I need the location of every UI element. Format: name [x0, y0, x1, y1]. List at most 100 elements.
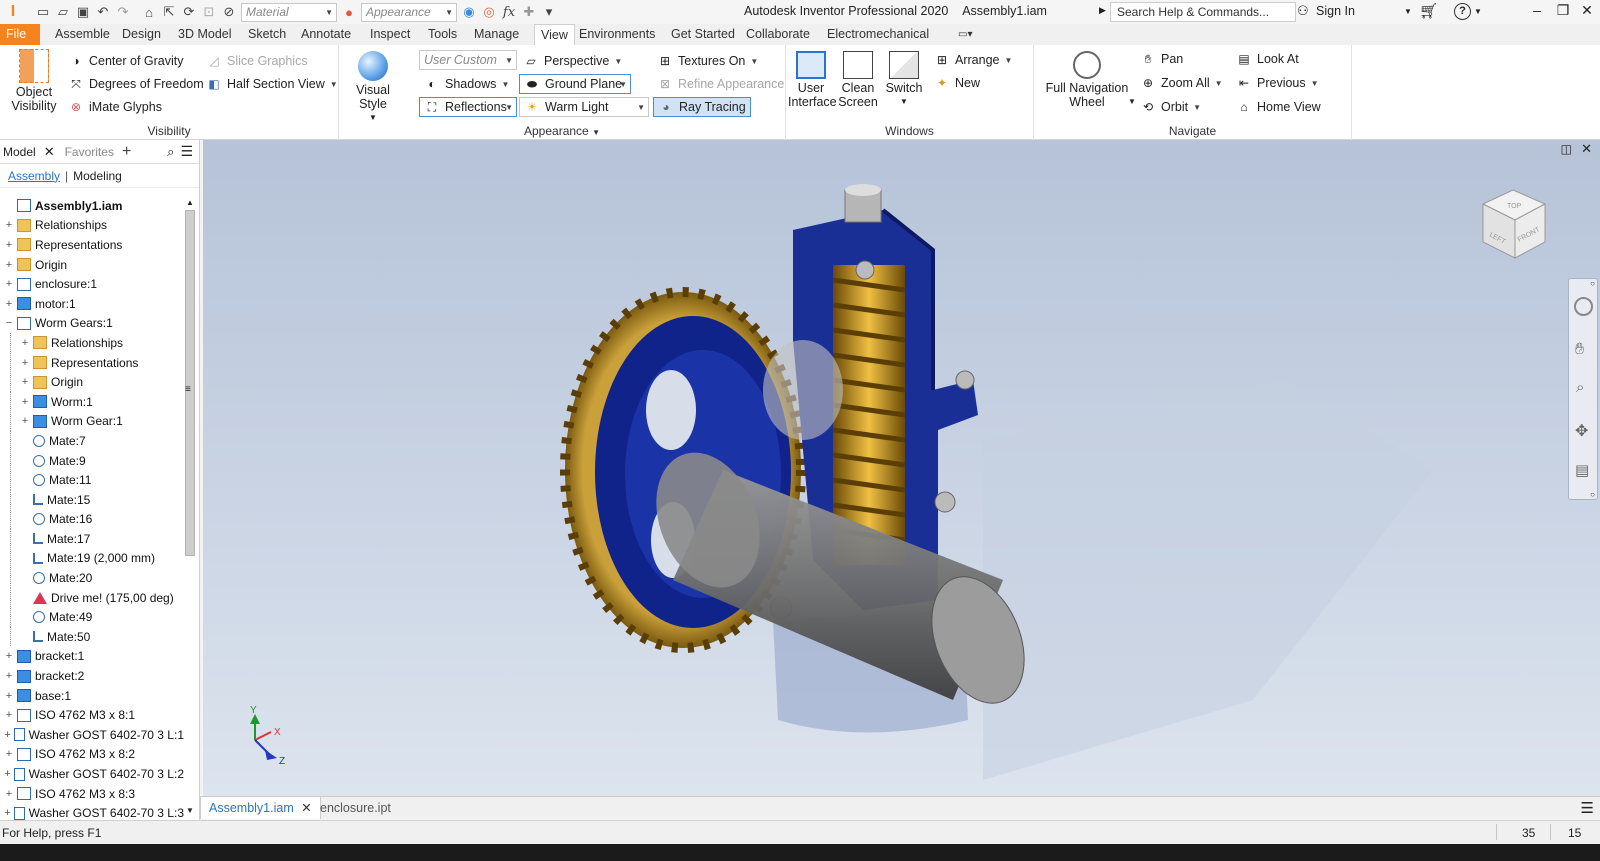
previous-button[interactable]: ⇤ Previous ▼	[1236, 73, 1319, 93]
tree-node[interactable]: + Representations	[0, 353, 184, 373]
imate-glyphs-button[interactable]: ⊗ iMate Glyphs	[68, 97, 162, 117]
user-interface-button[interactable]: User Interface	[788, 51, 837, 109]
tree-node[interactable]: + Washer GOST 6402-70 3 L:2	[0, 764, 184, 784]
tree-node[interactable]: Mate:9	[0, 451, 184, 471]
undo-icon[interactable]: ↶	[93, 2, 113, 22]
appearance-panel-dropdown-icon[interactable]: ▼	[592, 128, 600, 137]
zoom-all-button[interactable]: ⊕ Zoom All ▼	[1140, 73, 1223, 93]
switch-button[interactable]: Switch ▼	[882, 51, 926, 109]
search-input[interactable]: Search Help & Commands...	[1110, 2, 1296, 22]
tree-node[interactable]: + Washer GOST 6402-70 3 L:1	[0, 725, 184, 745]
help-dropdown-icon[interactable]: ▼	[1474, 7, 1482, 16]
orbit-dropdown-icon[interactable]: ▼	[1193, 103, 1201, 112]
new-document-icon[interactable]: ▭	[33, 2, 53, 22]
expand-toggle-icon[interactable]: +	[20, 396, 30, 407]
app-logo-icon[interactable]: I	[3, 2, 23, 22]
adjust-appearance-icon[interactable]: ◉	[459, 2, 479, 22]
tree-node[interactable]: + Relationships	[0, 333, 184, 353]
expand-toggle-icon[interactable]: +	[4, 788, 14, 799]
navbar-customize-icon[interactable]: ○	[1590, 490, 1595, 499]
help-icon[interactable]: ?	[1454, 3, 1471, 20]
browser-scrollbar[interactable]: ▲ ≡ ▼	[184, 198, 196, 818]
document-list-icon[interactable]: ☰	[1581, 799, 1594, 817]
shadows-dropdown-icon[interactable]: ▼	[501, 80, 509, 89]
scroll-down-icon[interactable]: ▼	[186, 806, 194, 815]
tree-node[interactable]: Mate:50	[0, 627, 184, 647]
tree-node[interactable]: Mate:17	[0, 529, 184, 549]
close-doc-tab-icon[interactable]: ✕	[301, 801, 311, 815]
expand-toggle-icon[interactable]: +	[4, 749, 14, 760]
clear-appearance-icon[interactable]: ◎	[479, 2, 499, 22]
zoom-nav-icon[interactable]: ⌕	[1576, 379, 1584, 396]
tree-node[interactable]: Mate:20	[0, 568, 184, 588]
pan-nav-icon[interactable]: ✋︎	[1575, 341, 1584, 359]
textures-on-button[interactable]: ⊞ Textures On ▼	[657, 51, 758, 71]
tree-node[interactable]: + Worm:1	[0, 392, 184, 412]
expand-toggle-icon[interactable]: +	[4, 259, 14, 270]
ground-plane-dropdown-icon[interactable]: ▼	[619, 80, 627, 89]
home-view-button[interactable]: ⌂ Home View	[1236, 97, 1320, 117]
browser-menu-icon[interactable]: ☰	[180, 143, 193, 160]
tree-node[interactable]: + Worm Gear:1	[0, 411, 184, 432]
tree-node[interactable]: Mate:7	[0, 431, 184, 451]
new-window-button[interactable]: ✦ New	[934, 73, 980, 93]
tab-file[interactable]: File	[0, 24, 40, 45]
ray-tracing-button[interactable]: ◕ Ray Tracing	[653, 97, 751, 117]
tree-node[interactable]: Mate:19 (2,000 mm)	[0, 548, 184, 569]
viewport-close-icon[interactable]: ✕	[1581, 141, 1592, 157]
warm-light-dropdown-icon[interactable]: ▼	[637, 103, 645, 112]
expand-toggle-icon[interactable]: +	[4, 769, 11, 780]
tree-node[interactable]: + ISO 4762 M3 x 8:2	[0, 745, 184, 765]
update-icon[interactable]: ⟳	[179, 2, 199, 22]
user-custom-dropdown-icon[interactable]: ▼	[505, 56, 513, 65]
tab-favorites[interactable]: Favorites	[65, 145, 114, 159]
model-canvas[interactable]: Y X Z TOP LEFT FRONT	[203, 140, 1600, 796]
expand-toggle-icon[interactable]: +	[4, 239, 14, 250]
home-icon[interactable]: ⌂	[139, 2, 159, 22]
tree-node[interactable]: Mate:16	[0, 509, 184, 530]
tab-environments[interactable]: Environments	[573, 24, 661, 45]
reflections-button[interactable]: ⛶ Reflections ▼	[419, 97, 517, 117]
expand-toggle-icon[interactable]: −	[4, 318, 14, 329]
tree-node[interactable]: + ISO 4762 M3 x 8:3	[0, 784, 184, 804]
tree-node[interactable]: + enclosure:1	[0, 274, 184, 294]
viewport-maximize-icon[interactable]: ◫	[1561, 142, 1572, 156]
arrange-dropdown-icon[interactable]: ▼	[1004, 56, 1012, 65]
perspective-dropdown-icon[interactable]: ▼	[614, 57, 622, 66]
tab-tools[interactable]: Tools	[422, 24, 463, 45]
tab-3d-model[interactable]: 3D Model	[172, 24, 238, 45]
tree-node[interactable]: + base:1	[0, 686, 184, 706]
tree-node[interactable]: + bracket:2	[0, 666, 184, 686]
tab-manage[interactable]: Manage	[468, 24, 525, 45]
appearance-combo[interactable]: Appearance ▼	[361, 2, 457, 22]
expand-toggle-icon[interactable]: +	[4, 671, 14, 682]
switch-dropdown-icon[interactable]: ▼	[882, 95, 926, 109]
add-icon[interactable]: ✚	[519, 2, 539, 22]
parameters-icon[interactable]: fx	[499, 2, 519, 22]
expand-toggle-icon[interactable]: +	[20, 337, 30, 348]
ground-plane-button[interactable]: ⬬ Ground Plane ▼	[519, 74, 631, 94]
add-tab-icon[interactable]: +	[122, 143, 131, 161]
browser-search-icon[interactable]: ⌕	[167, 144, 174, 160]
minimize-button[interactable]: –	[1523, 2, 1551, 22]
expand-toggle-icon[interactable]: +	[4, 220, 14, 231]
user-custom-combo[interactable]: User Custom ▼	[419, 50, 517, 70]
visual-style-dropdown-icon[interactable]: ▼	[343, 111, 403, 125]
tree-node[interactable]: + Representations	[0, 235, 184, 255]
expand-toggle-icon[interactable]: +	[20, 377, 30, 388]
save-icon[interactable]: ▣	[73, 2, 93, 22]
arrange-button[interactable]: ⊞ Arrange ▼	[934, 50, 1012, 70]
appearance-panel-title[interactable]: Appearance ▼	[339, 124, 785, 138]
look-at-button[interactable]: ▤ Look At	[1236, 49, 1298, 69]
expand-toggle-icon[interactable]: +	[4, 690, 14, 701]
doc-tab-enclosure[interactable]: enclosure.ipt	[312, 797, 399, 819]
degrees-of-freedom-button[interactable]: ⤧ Degrees of Freedom	[68, 74, 203, 94]
cart-icon[interactable]: 🛒︎	[1419, 2, 1438, 20]
tab-assemble[interactable]: Assemble	[49, 24, 116, 45]
tree-node[interactable]: + motor:1	[0, 294, 184, 314]
clean-screen-button[interactable]: Clean Screen	[836, 51, 880, 109]
assembly-mode-tab[interactable]: Assembly	[8, 169, 60, 183]
tab-sketch[interactable]: Sketch	[242, 24, 292, 45]
tree-node[interactable]: + Origin	[0, 372, 184, 392]
tab-model[interactable]: Model	[0, 145, 36, 159]
